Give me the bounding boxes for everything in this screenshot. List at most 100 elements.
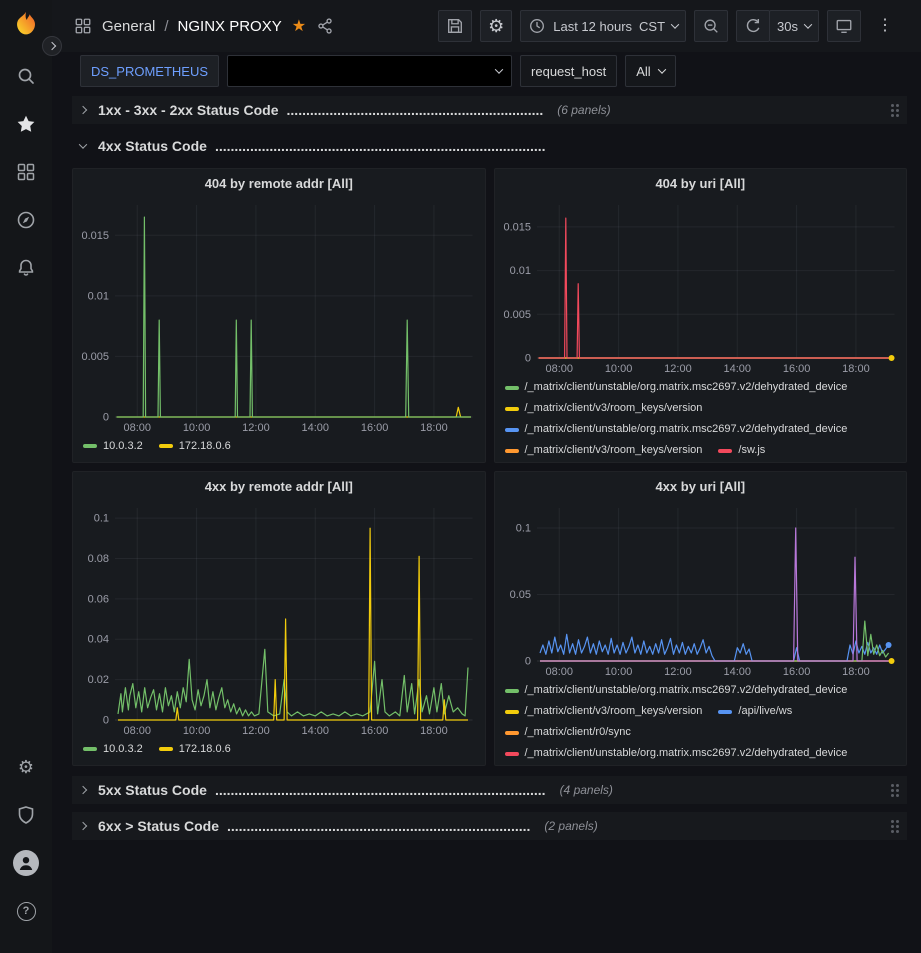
refresh-button[interactable]	[736, 10, 770, 42]
timezone-label: CST	[639, 19, 665, 34]
save-icon	[446, 17, 464, 35]
kebab-menu-button[interactable]: ⋮	[869, 10, 901, 42]
svg-text:16:00: 16:00	[782, 363, 810, 375]
legend-item[interactable]: /_matrix/client/v3/room_keys/version	[505, 400, 703, 417]
sidebar-item-starred[interactable]	[8, 106, 44, 142]
legend-label: /_matrix/client/v3/room_keys/version	[525, 400, 703, 417]
svg-text:0: 0	[524, 353, 530, 365]
chevron-right-icon	[48, 42, 56, 50]
legend-label: 10.0.3.2	[103, 438, 143, 455]
row-title: 4xx Status Code	[98, 138, 207, 154]
share-icon[interactable]	[316, 17, 334, 35]
legend-item[interactable]: /_matrix/client/unstable/org.matrix.msc2…	[505, 379, 848, 396]
sidebar-item-search[interactable]	[8, 58, 44, 94]
sidebar-item-explore[interactable]	[8, 202, 44, 238]
panel-title[interactable]: 404 by uri [All]	[495, 169, 907, 197]
request-host-variable-label[interactable]: request_host	[520, 55, 617, 87]
row-header-5xx[interactable]: 5xx Status Code ........................…	[72, 776, 907, 804]
row-panel-count: (6 panels)	[557, 103, 610, 117]
legend-item[interactable]: /_matrix/client/unstable/org.matrix.msc2…	[505, 421, 848, 438]
sidebar-item-profile[interactable]	[8, 845, 44, 881]
legend-item[interactable]: /_matrix/client/v3/room_keys/version	[505, 442, 703, 459]
grafana-app: ⚙ ?	[0, 0, 921, 953]
svg-text:0: 0	[103, 411, 109, 423]
sidebar-item-configuration[interactable]: ⚙	[8, 749, 44, 785]
sidebar-item-server-admin[interactable]	[8, 797, 44, 833]
panel-title[interactable]: 404 by remote addr [All]	[73, 169, 485, 197]
chevron-down-icon	[495, 65, 503, 73]
legend-item[interactable]: /_matrix/client/unstable/org.matrix.msc2…	[505, 682, 848, 699]
legend-swatch	[159, 444, 173, 448]
legend-label: /_matrix/client/unstable/org.matrix.msc2…	[525, 745, 848, 762]
search-icon	[16, 66, 36, 86]
dashboards-grid-icon	[16, 162, 36, 182]
favorite-star-icon[interactable]: ★	[292, 16, 306, 36]
sidebar-expand-button[interactable]	[42, 36, 62, 56]
sidebar-item-dashboards[interactable]	[8, 154, 44, 190]
dashboard-grid-icon[interactable]	[74, 17, 92, 35]
avatar	[13, 850, 39, 876]
svg-text:0.005: 0.005	[503, 309, 531, 321]
time-range-picker[interactable]: Last 12 hours CST	[520, 10, 686, 42]
panel-legend: /_matrix/client/unstable/org.matrix.msc2…	[495, 376, 907, 462]
row-header-4xx[interactable]: 4xx Status Code ........................…	[72, 132, 907, 160]
panel-title[interactable]: 4xx by uri [All]	[495, 472, 907, 500]
sidebar-item-alerting[interactable]	[8, 250, 44, 286]
grafana-logo[interactable]	[11, 10, 41, 40]
row-drag-handle[interactable]	[891, 104, 899, 117]
sidebar-item-help[interactable]: ?	[8, 893, 44, 929]
legend-label: 172.18.0.6	[179, 741, 231, 758]
legend-item[interactable]: 10.0.3.2	[83, 741, 143, 758]
request-host-select[interactable]: All	[625, 55, 675, 87]
time-series-chart[interactable]: 08:0010:0012:0014:0016:0018:0000.0050.01…	[73, 197, 485, 435]
tv-mode-button[interactable]	[827, 10, 861, 42]
legend-item[interactable]: 172.18.0.6	[159, 438, 231, 455]
legend-item[interactable]: /sw.js	[718, 442, 765, 459]
time-series-chart[interactable]: 08:0010:0012:0014:0016:0018:0000.0050.01…	[495, 197, 907, 376]
dashboard-settings-button[interactable]: ⚙	[480, 10, 512, 42]
panel-4xx-by-uri: 4xx by uri [All] 08:0010:0012:0014:0016:…	[494, 471, 908, 766]
star-icon	[16, 114, 36, 134]
legend-item[interactable]: /api/live/ws	[718, 703, 792, 720]
svg-text:0.005: 0.005	[81, 351, 109, 363]
refresh-interval-label: 30s	[777, 19, 798, 34]
panel-legend: /_matrix/client/unstable/org.matrix.msc2…	[495, 679, 907, 765]
row-header-1xx-3xx-2xx[interactable]: 1xx - 3xx - 2xx Status Code ............…	[72, 96, 907, 124]
svg-text:08:00: 08:00	[123, 725, 151, 737]
row-header-6xx[interactable]: 6xx > Status Code ......................…	[72, 812, 907, 840]
svg-text:12:00: 12:00	[242, 422, 270, 434]
legend-item[interactable]: 172.18.0.6	[159, 741, 231, 758]
legend-label: 172.18.0.6	[179, 438, 231, 455]
svg-text:18:00: 18:00	[842, 363, 870, 375]
svg-text:18:00: 18:00	[420, 725, 448, 737]
row-drag-handle[interactable]	[891, 784, 899, 797]
legend-label: /_matrix/client/v3/room_keys/version	[525, 442, 703, 459]
svg-text:14:00: 14:00	[301, 422, 329, 434]
breadcrumb: General / NGINX PROXY	[102, 18, 282, 35]
time-series-chart[interactable]: 08:0010:0012:0014:0016:0018:0000.020.040…	[73, 500, 485, 738]
legend-swatch	[718, 710, 732, 714]
refresh-interval-dropdown[interactable]: 30s	[769, 10, 819, 42]
save-dashboard-button[interactable]	[438, 10, 472, 42]
row-title: 1xx - 3xx - 2xx Status Code	[98, 102, 279, 118]
panel-4xx-by-remote-addr: 4xx by remote addr [All] 08:0010:0012:00…	[72, 471, 486, 766]
datasource-variable-label[interactable]: DS_PROMETHEUS	[80, 55, 219, 87]
time-series-chart[interactable]: 08:0010:0012:0014:0016:0018:0000.050.1	[495, 500, 907, 679]
legend-item[interactable]: /_matrix/client/v3/room_keys/version	[505, 703, 703, 720]
legend-label: /_matrix/client/unstable/org.matrix.msc2…	[525, 379, 848, 396]
help-icon: ?	[17, 902, 36, 921]
chevron-right-icon	[80, 823, 90, 829]
legend-item[interactable]: 10.0.3.2	[83, 438, 143, 455]
zoom-out-button[interactable]	[694, 10, 728, 42]
datasource-select[interactable]	[227, 55, 512, 87]
svg-text:10:00: 10:00	[183, 725, 211, 737]
legend-item[interactable]: /_matrix/client/r0/sync	[505, 724, 631, 741]
breadcrumb-section[interactable]: General	[102, 18, 155, 35]
panel-title[interactable]: 4xx by remote addr [All]	[73, 472, 485, 500]
top-navbar: General / NGINX PROXY ★	[52, 0, 921, 52]
legend-swatch	[505, 407, 519, 411]
svg-text:0.015: 0.015	[503, 221, 531, 233]
svg-text:16:00: 16:00	[361, 422, 389, 434]
row-drag-handle[interactable]	[891, 820, 899, 833]
legend-item[interactable]: /_matrix/client/unstable/org.matrix.msc2…	[505, 745, 848, 762]
